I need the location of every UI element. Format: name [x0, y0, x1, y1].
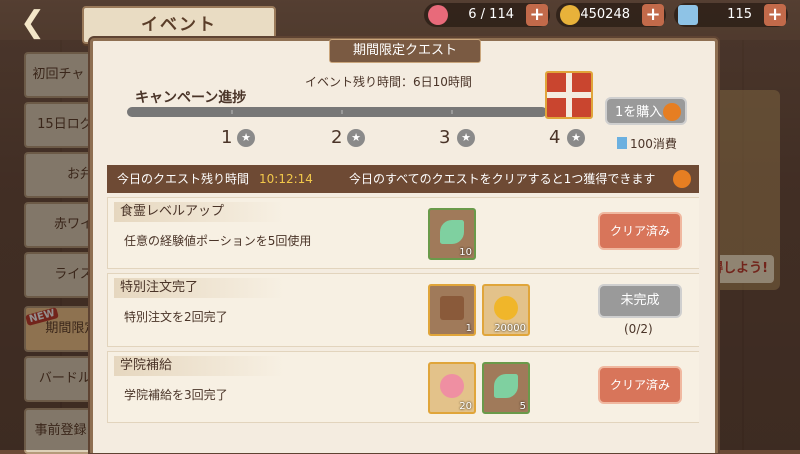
top-bar: ❮ イベント 6 / 114 + 450248 + 115 + [0, 0, 800, 44]
add-crystal-button[interactable]: + [764, 4, 786, 26]
coin-counter: 450248 + [556, 3, 666, 27]
page-title: イベント [141, 15, 217, 35]
chest-icon [440, 296, 464, 320]
stamina-counter: 6 / 114 + [424, 3, 550, 27]
reward-count: 1 [465, 323, 472, 334]
crystal-value: 115 [727, 7, 752, 22]
progress-step-2: 2 [331, 127, 343, 148]
quest-row: 学院補給 学院補給を3回完了 20 5 クリア済み [107, 351, 699, 423]
flame-star-icon: ★ [457, 129, 475, 147]
reward-count: 20 [459, 401, 472, 412]
progress-step-4: 4 [549, 127, 561, 148]
reward-count: 20000 [494, 323, 526, 334]
gold-coin-icon [560, 5, 580, 25]
quest-row: 食霊レベルアップ 任意の経験値ポーションを5回使用 10 クリア済み [107, 197, 699, 269]
event-remaining-time: イベント残り時間：6日10時間 [305, 75, 472, 89]
quest-title: 特別注文完了 [114, 278, 284, 298]
quest-progress: (0/2) [624, 322, 653, 336]
reward-count: 5 [519, 401, 526, 412]
progress-tick [451, 110, 453, 114]
panel-title: 期間限定クエスト [329, 39, 481, 63]
limited-quest-panel: 期間限定クエスト イベント残り時間：6日10時間 キャンペーン進捗 1 ★ 2 … [90, 38, 718, 453]
progress-tick [341, 110, 343, 114]
crystal-counter: 115 + [674, 3, 788, 27]
add-stamina-button[interactable]: + [526, 4, 548, 26]
flame-icon [663, 103, 681, 121]
crystal-icon [678, 5, 698, 25]
heart-icon [440, 374, 464, 398]
coin-value: 450248 [580, 7, 630, 22]
daily-remaining-label: 今日のクエスト残り時間 [117, 172, 250, 186]
quest-list: 食霊レベルアップ 任意の経験値ポーションを5回使用 10 クリア済み 特別注文完… [107, 197, 699, 453]
quest-cleared-button[interactable]: クリア済み [598, 366, 682, 404]
gift-box-icon[interactable] [545, 71, 593, 119]
heart-icon [428, 5, 448, 25]
reward-count: 10 [459, 247, 472, 258]
quest-title: 学院補給 [114, 356, 284, 376]
gold-coin-icon [494, 296, 518, 320]
progress-step-1: 1 [221, 127, 233, 148]
campaign-progress-bar [127, 107, 547, 117]
flame-icon [673, 170, 691, 188]
reward-item[interactable]: 20 [428, 362, 476, 414]
campaign-progress-label: キャンペーン進捗 [135, 90, 247, 106]
progress-step-3: 3 [439, 127, 451, 148]
quest-row: 特別注文完了 特別注文を2回完了 1 20000 未完成 (0/2) [107, 273, 699, 347]
reward-item[interactable]: 1 [428, 284, 476, 336]
daily-quest-bar: 今日のクエスト残り時間 10:12:14 今日のすべてのクエストをクリアすると1… [107, 165, 699, 193]
quest-incomplete-button[interactable]: 未完成 [598, 284, 682, 318]
potion-icon [440, 220, 464, 244]
flame-star-icon: ★ [567, 129, 585, 147]
quest-description: 任意の経験値ポーションを5回使用 [124, 234, 312, 248]
reward-item[interactable]: 20000 [482, 284, 530, 336]
reward-item[interactable]: 5 [482, 362, 530, 414]
cost-label: 100消費 [630, 137, 677, 151]
buy-progress-button[interactable]: 1を購入 [605, 97, 687, 125]
add-coin-button[interactable]: + [642, 4, 664, 26]
back-arrow-icon[interactable]: ❮ [20, 8, 54, 38]
quest-description: 学院補給を3回完了 [124, 388, 228, 402]
flame-star-icon: ★ [237, 129, 255, 147]
potion-icon [494, 374, 518, 398]
crystal-icon [617, 137, 627, 149]
daily-reward-message: 今日のすべてのクエストをクリアすると1つ獲得できます [349, 172, 656, 186]
daily-timer: 10:12:14 [259, 172, 313, 186]
quest-title: 食霊レベルアップ [114, 202, 284, 222]
reward-item[interactable]: 10 [428, 208, 476, 260]
progress-tick [231, 110, 233, 114]
quest-description: 特別注文を2回完了 [124, 310, 228, 324]
quest-cleared-button[interactable]: クリア済み [598, 212, 682, 250]
buy-button-label: 1を購入 [615, 105, 663, 120]
buy-cost: 100消費 [617, 135, 677, 152]
stamina-value: 6 / 114 [468, 7, 514, 22]
flame-star-icon: ★ [347, 129, 365, 147]
